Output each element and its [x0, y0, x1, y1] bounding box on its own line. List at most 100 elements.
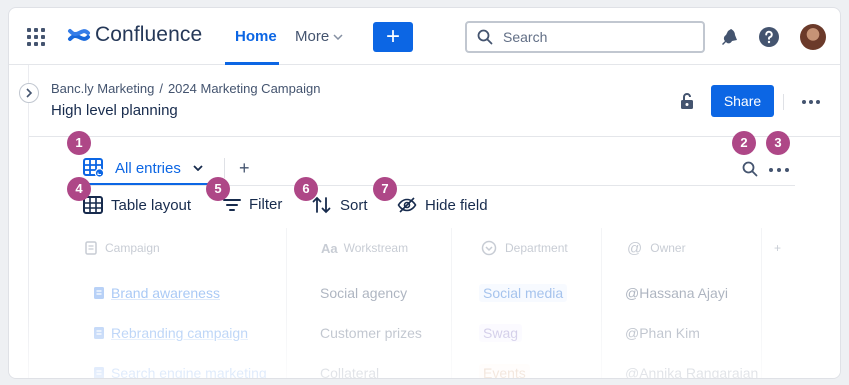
- department-cell[interactable]: Events: [479, 353, 530, 378]
- search-icon: [477, 29, 493, 45]
- column-header-department[interactable]: Department: [481, 228, 568, 268]
- share-button[interactable]: Share: [711, 85, 774, 117]
- column-header-label: Workstream: [343, 241, 409, 255]
- column-header-label: Owner: [650, 241, 686, 255]
- column-header-campaign[interactable]: Campaign: [85, 228, 160, 268]
- page-icon: [94, 287, 104, 299]
- confluence-logo[interactable]: Confluence: [67, 23, 202, 47]
- callout-badge-5: 5: [206, 177, 230, 201]
- owner-name: Annika Rangarajan: [639, 365, 759, 379]
- breadcrumb-separator: /: [159, 81, 163, 96]
- toolbar-divider: [79, 185, 795, 186]
- expand-sidebar-button[interactable]: [19, 83, 39, 103]
- breadcrumb-parent[interactable]: 2024 Marketing Campaign: [168, 81, 320, 96]
- hide-field-button[interactable]: Hide field: [397, 196, 488, 214]
- campaign-link[interactable]: Rebranding campaign: [111, 325, 248, 341]
- campaign-link[interactable]: Brand awareness: [111, 285, 220, 301]
- hide-field-label: Hide field: [425, 196, 488, 214]
- owner-cell[interactable]: @ Phan Kim: [625, 313, 700, 353]
- sort-label: Sort: [340, 196, 368, 214]
- campaign-cell[interactable]: Brand awareness: [93, 273, 220, 313]
- column-header-label: Department: [505, 241, 568, 255]
- header-divider-line: [29, 136, 840, 137]
- campaign-cell[interactable]: Rebranding campaign: [93, 313, 248, 353]
- nav-more-label: More: [295, 28, 330, 45]
- callout-badge-1: 1: [67, 131, 91, 155]
- sort-icon: [312, 196, 331, 214]
- nav-more[interactable]: More: [295, 28, 343, 45]
- callout-badge-3: 3: [766, 131, 790, 155]
- notifications-icon[interactable]: [717, 25, 741, 49]
- workstream-cell[interactable]: Collateral: [320, 353, 379, 378]
- department-lozenge: Events: [479, 364, 530, 378]
- more-options-icon[interactable]: [768, 166, 790, 174]
- top-navigation: Confluence Home More + Search: [9, 8, 840, 65]
- campaign-link[interactable]: Search engine marketing: [111, 365, 267, 378]
- table-layout-button[interactable]: Table layout: [83, 196, 191, 214]
- breadcrumb: Banc.ly Marketing / 2024 Marketing Campaig…: [51, 81, 320, 96]
- table-row[interactable]: Search engine marketing Collateral Event…: [71, 353, 801, 379]
- table-row[interactable]: Brand awareness Social agency Social med…: [71, 273, 801, 313]
- callout-badge-6: 6: [294, 177, 318, 201]
- owner-cell[interactable]: @ Hassana Ajayi: [625, 273, 728, 313]
- column-header-label: Campaign: [105, 241, 160, 255]
- filter-icon: [223, 198, 241, 211]
- owner-cell[interactable]: @ Annika Rangarajan: [625, 353, 759, 379]
- workstream-cell[interactable]: Customer prizes: [320, 313, 422, 353]
- filter-label: Filter: [249, 196, 283, 213]
- sidebar-divider: [28, 65, 29, 378]
- mention-prefix: @: [625, 285, 640, 301]
- add-view-button[interactable]: +: [239, 158, 250, 179]
- table-row[interactable]: Rebranding campaign Customer prizes Swag…: [71, 313, 801, 353]
- text-field-icon: Aa: [321, 240, 338, 256]
- brand-name: Confluence: [95, 23, 203, 46]
- add-column-button[interactable]: +: [774, 228, 781, 268]
- create-button[interactable]: +: [373, 22, 413, 52]
- owner-name: Phan Kim: [639, 325, 700, 341]
- unlock-icon[interactable]: [677, 91, 697, 111]
- sort-button[interactable]: Sort: [312, 196, 368, 214]
- mention-prefix: @: [625, 325, 640, 341]
- app-switcher-icon[interactable]: [27, 28, 45, 46]
- chevron-down-icon[interactable]: [193, 165, 203, 171]
- campaign-cell[interactable]: Search engine marketing: [93, 353, 267, 378]
- table-view-icon: [83, 158, 105, 178]
- page-icon: [94, 327, 104, 339]
- column-header-workstream[interactable]: Aa Workstream: [321, 228, 408, 268]
- owner-name: Hassana Ajayi: [639, 285, 728, 301]
- eye-hidden-icon: [397, 197, 417, 213]
- tab-separator: [224, 158, 225, 178]
- department-cell[interactable]: Swag: [479, 313, 523, 353]
- callout-badge-7: 7: [373, 177, 397, 201]
- nav-home[interactable]: Home: [235, 28, 277, 45]
- department-lozenge: Social media: [479, 284, 568, 302]
- header-divider: [783, 94, 784, 110]
- table-layout-label: Table layout: [111, 196, 192, 214]
- page-icon: [94, 367, 104, 378]
- chevron-right-icon: [26, 88, 33, 98]
- more-actions-icon[interactable]: [799, 95, 823, 109]
- page-title: High level planning: [51, 102, 178, 119]
- department-lozenge: Swag: [479, 324, 523, 342]
- nav-home-active-indicator: [225, 62, 279, 65]
- help-icon[interactable]: [757, 25, 781, 49]
- tab-all-entries[interactable]: All entries: [83, 158, 203, 178]
- select-field-icon: [481, 240, 497, 256]
- mention-prefix: @: [625, 365, 640, 379]
- column-header-owner[interactable]: @ Owner: [627, 228, 686, 268]
- app-window: Confluence Home More + Search Banc.ly Ma…: [8, 7, 841, 379]
- tab-all-entries-label: All entries: [115, 159, 181, 177]
- page-icon: [85, 241, 97, 255]
- search-input[interactable]: Search: [465, 21, 705, 53]
- chevron-down-icon: [333, 33, 343, 40]
- breadcrumb-space[interactable]: Banc.ly Marketing: [51, 81, 154, 96]
- mention-field-icon: @: [627, 239, 643, 257]
- confluence-logo-icon: [68, 29, 90, 41]
- profile-avatar[interactable]: [800, 24, 826, 50]
- workstream-cell[interactable]: Social agency: [320, 273, 407, 313]
- department-cell[interactable]: Social media: [479, 273, 568, 313]
- search-icon[interactable]: [742, 161, 758, 177]
- table-header: Campaign Aa Workstream Department @ Owne…: [71, 228, 801, 268]
- filter-button[interactable]: Filter: [223, 196, 282, 213]
- callout-badge-4: 4: [67, 177, 91, 201]
